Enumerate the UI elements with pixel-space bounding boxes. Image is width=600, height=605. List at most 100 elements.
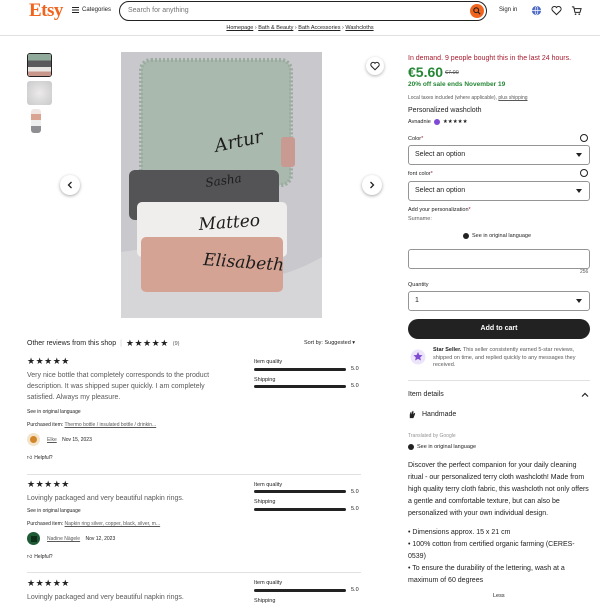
shipping-label: Shipping: [254, 499, 276, 505]
font-color-select[interactable]: Select an option: [408, 181, 590, 201]
color-select-value: Select an option: [415, 151, 466, 158]
cart-icon[interactable]: [570, 4, 582, 16]
less-button[interactable]: Less: [493, 593, 505, 599]
helpful-label: Helpful?: [34, 455, 53, 461]
item-description: Discover the perfect companion for your …: [408, 460, 590, 587]
reviews-stars: ★★★★★: [125, 338, 169, 348]
description-text: Discover the perfect companion for your …: [408, 462, 589, 517]
personalization-textarea[interactable]: [408, 249, 590, 269]
handmade-row: Handmade: [408, 410, 456, 419]
categories-label: Categories: [82, 7, 112, 13]
see-original-label: See in original language: [417, 444, 477, 450]
avatar: [27, 433, 40, 446]
chevron-down-icon: [576, 189, 582, 193]
shipping-value: 5.0: [351, 506, 359, 512]
review-text: Lovingly packaged and very beautiful nap…: [27, 495, 184, 502]
thumbs-up-icon: 👍︎: [27, 455, 33, 461]
info-icon[interactable]: [580, 134, 588, 142]
globe-icon[interactable]: [530, 4, 542, 16]
review-author[interactable]: Elke: [47, 437, 57, 443]
shipping-link[interactable]: plus shipping: [498, 95, 527, 101]
translate-icon: [408, 444, 414, 450]
bullet-item: • To ensure the durability of the letter…: [408, 565, 565, 584]
previous-image-button[interactable]: [60, 175, 80, 195]
purchased-item: Purchased item: Napkin ring silver, copp…: [27, 521, 161, 527]
chevron-down-icon: [576, 153, 582, 157]
search-button[interactable]: [470, 3, 484, 18]
item-quality-value: 5.0: [351, 366, 359, 372]
review-stars: ★★★★★: [27, 479, 70, 489]
shop-info: Avnadnie ★★★★★: [408, 119, 468, 125]
personalization-label: Add your personalization*: [408, 207, 471, 213]
shop-name[interactable]: Avnadnie: [408, 119, 431, 125]
heart-icon: [370, 61, 380, 71]
helpful-button[interactable]: 👍︎ Helpful?: [27, 455, 53, 461]
chevron-down-icon: [576, 299, 582, 303]
reviews-header: Other reviews from this shop | ★★★★★ (9): [27, 338, 180, 348]
breadcrumb-washcloths[interactable]: Washcloths: [345, 25, 373, 31]
search-bar[interactable]: Search for anything: [119, 1, 487, 21]
heart-icon[interactable]: [550, 4, 562, 16]
favorite-button[interactable]: [366, 57, 384, 75]
item-quality-meter: [254, 490, 346, 493]
helpful-label: Helpful?: [34, 554, 53, 560]
see-original-link[interactable]: See in original language: [27, 409, 81, 415]
search-input[interactable]: Search for anything: [128, 7, 189, 14]
product-image: Artur Sasha Matteo Elisabeth: [121, 52, 322, 318]
original-price: €7.00: [445, 70, 459, 76]
see-original-link[interactable]: See in original language: [27, 508, 81, 514]
thumbnail-2[interactable]: [27, 81, 52, 105]
see-original-button-2[interactable]: See in original language: [408, 444, 476, 450]
review-divider: [27, 474, 361, 475]
item-quality-label: Item quality: [254, 482, 283, 488]
info-icon[interactable]: [580, 169, 588, 177]
taxes-note: Local taxes included (where applicable),…: [408, 95, 528, 101]
shipping-label: Shipping: [254, 598, 276, 604]
menu-icon: [72, 7, 79, 13]
quantity-select-value: 1: [415, 297, 419, 304]
quantity-select[interactable]: 1: [408, 291, 590, 311]
star-seller-note: Star Seller. This seller consistently ea…: [433, 347, 593, 370]
review-divider: [27, 572, 361, 573]
review-text: Lovingly packaged and very beautiful nap…: [27, 594, 184, 601]
breadcrumb-bath-beauty[interactable]: Bath & Beauty: [258, 25, 293, 31]
sort-dropdown[interactable]: Sort by: Suggested ▾: [304, 340, 355, 346]
purchased-item-link[interactable]: Napkin ring silver, copper, black, silve…: [65, 521, 161, 527]
purchased-item-link[interactable]: Thermo bottle / insulated bottle / drink…: [64, 422, 156, 428]
item-details-heading[interactable]: Item details: [408, 391, 444, 398]
shipping-meter: [254, 508, 346, 511]
review-stars: ★★★★★: [27, 356, 70, 366]
review-author[interactable]: Nadine Nägele: [47, 536, 80, 542]
color-select[interactable]: Select an option: [408, 145, 590, 165]
sort-label: Sort by: Suggested: [304, 340, 351, 346]
review-date: Nov 12, 2023: [85, 536, 116, 542]
see-original-button[interactable]: See in original language: [463, 233, 531, 239]
helpful-button[interactable]: 👍︎ Helpful?: [27, 554, 53, 560]
review-meta: Elke Nov 15, 2023: [47, 437, 92, 443]
reviews-title: Other reviews from this shop: [27, 340, 117, 347]
sign-in-link[interactable]: Sign in: [499, 7, 517, 13]
etsy-logo[interactable]: Etsy: [29, 0, 63, 22]
shop-rating: ★★★★★: [442, 119, 468, 125]
see-original-label: See in original language: [472, 233, 532, 239]
thumbs-up-icon: 👍︎: [27, 554, 33, 560]
breadcrumb-bath-accessories[interactable]: Bath Accessories: [298, 25, 340, 31]
add-to-cart-button[interactable]: Add to cart: [408, 319, 590, 339]
taxes-text: Local taxes included (where applicable),: [408, 95, 497, 101]
hand-icon: [409, 410, 416, 419]
thumbnail-1[interactable]: [27, 53, 52, 77]
section-divider: [408, 380, 590, 381]
thumbnail-3[interactable]: [31, 109, 41, 133]
breadcrumb-homepage[interactable]: Homepage: [226, 25, 253, 31]
item-quality-meter: [254, 589, 346, 592]
review-text: Very nice bottle that completely corresp…: [27, 372, 210, 401]
item-quality-label: Item quality: [254, 580, 283, 586]
chevron-up-icon[interactable]: [581, 391, 589, 399]
categories-button[interactable]: Categories: [72, 7, 111, 13]
chevron-left-icon: [67, 181, 72, 189]
handmade-label: Handmade: [422, 411, 457, 418]
review-meta: Nadine Nägele Nov 12, 2023: [47, 536, 115, 542]
translated-by: Translated by Google: [408, 433, 456, 439]
shipping-value: 5.0: [351, 383, 359, 389]
next-image-button[interactable]: [362, 175, 382, 195]
